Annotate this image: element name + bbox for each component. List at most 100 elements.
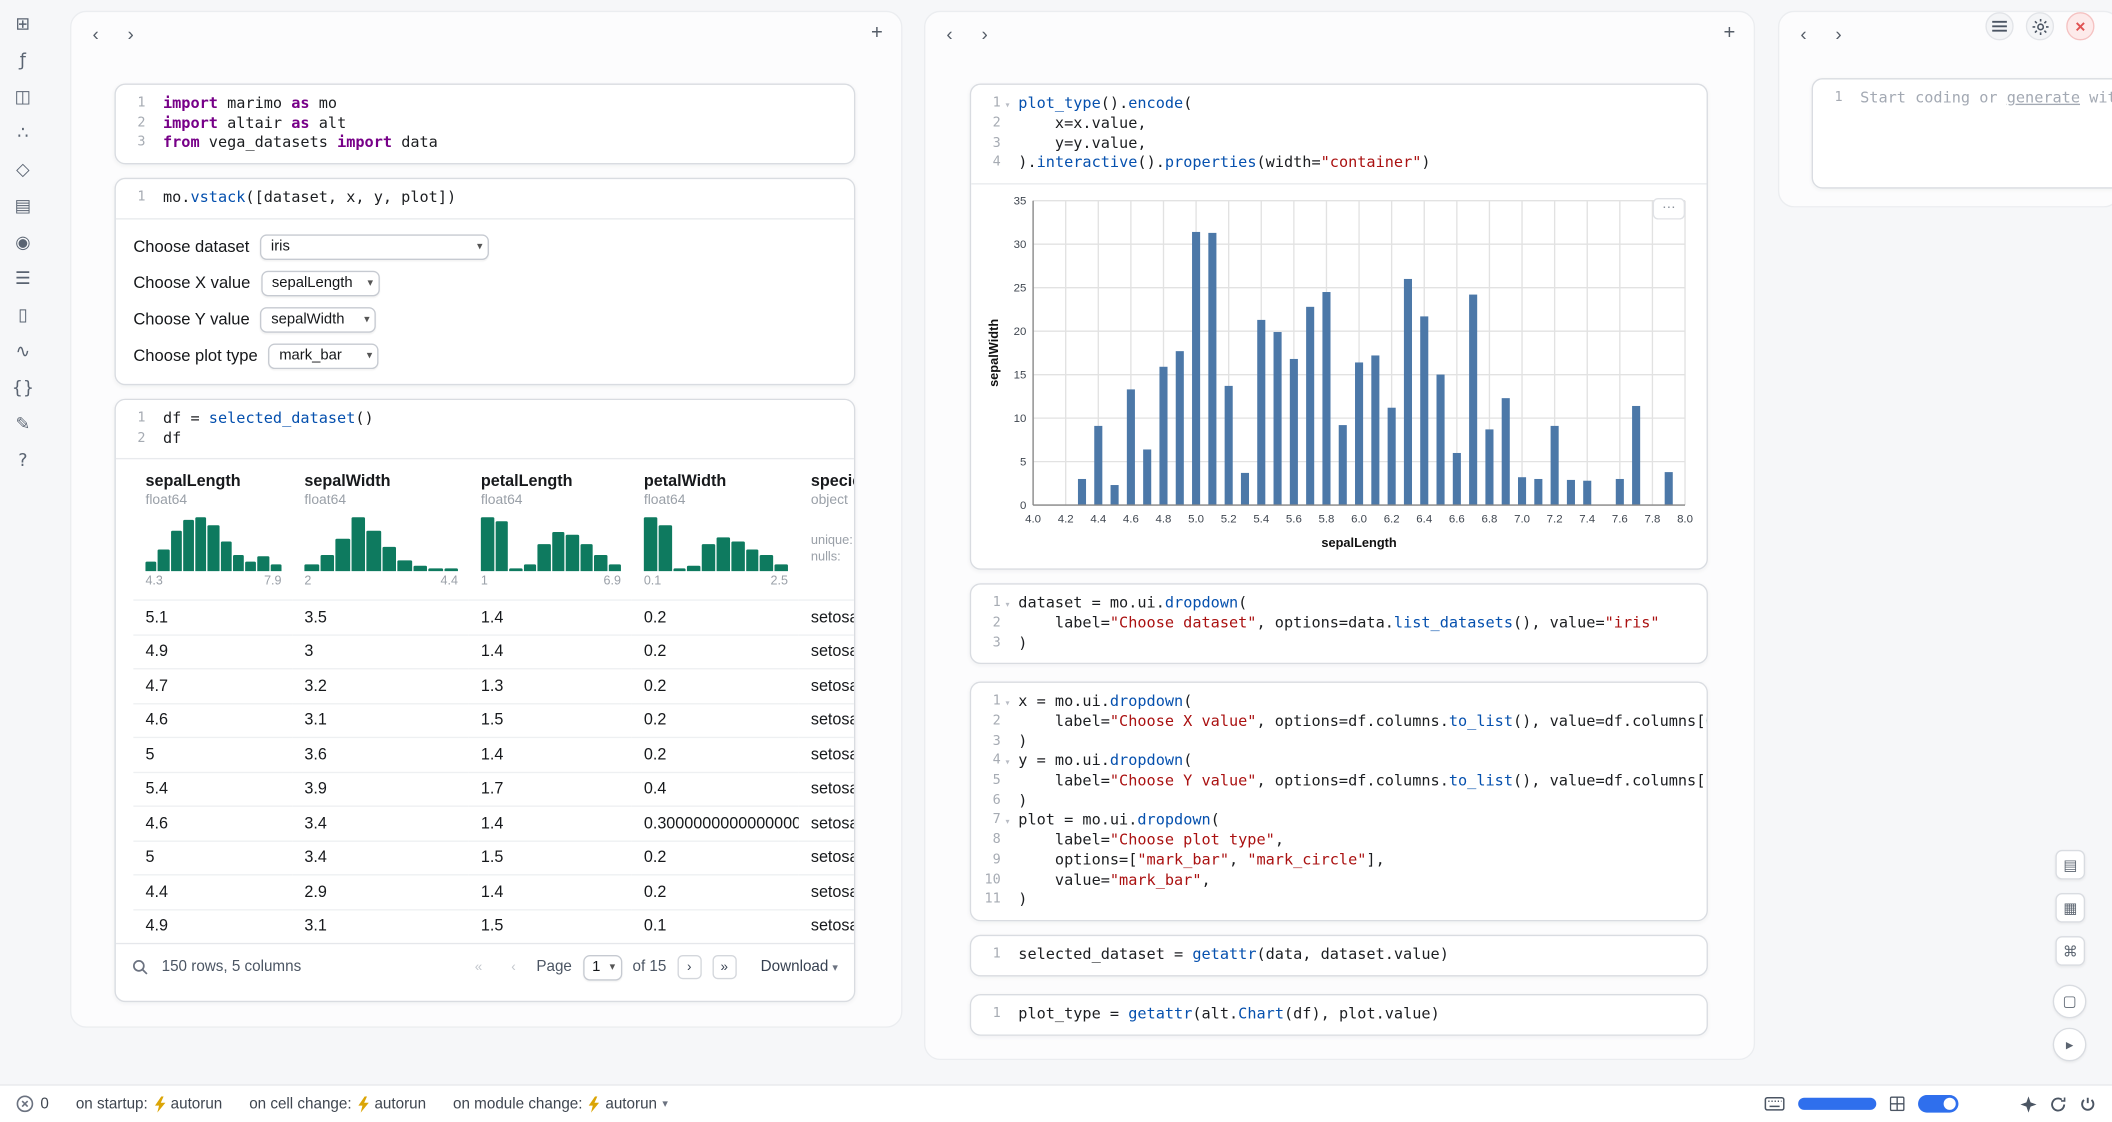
chart-menu-button[interactable]: ⋯	[1653, 198, 1685, 220]
generate-with-ai-link[interactable]: generate	[2007, 89, 2080, 107]
documentation-icon[interactable]: ▤	[5, 195, 40, 218]
svg-text:sepalWidth: sepalWidth	[986, 318, 1001, 386]
code-editor[interactable]: 1 Start coding or generate with AI	[1813, 79, 2112, 118]
tracing-icon[interactable]: ∿	[5, 341, 40, 364]
cell-imports[interactable]: 1import marimo as mo2import altair as al…	[114, 84, 855, 165]
column-header-sepallength[interactable]: sepalLengthfloat644.37.9	[133, 460, 292, 600]
keyboard-icon[interactable]	[1764, 1096, 1784, 1111]
chip-on-startup[interactable]: on startup:autorun	[76, 1096, 222, 1112]
form-row: Choose Y valuesepalWidth	[133, 305, 836, 333]
settings-gear-icon[interactable]	[2026, 12, 2054, 40]
marimo-files-icon[interactable]: ƒ	[5, 50, 40, 73]
table-cell: setosa	[799, 909, 854, 943]
prev-page-button[interactable]: ‹	[501, 955, 525, 979]
logs-icon[interactable]: ▯	[5, 304, 40, 327]
column-header-petalwidth[interactable]: petalWidthfloat640.12.5	[632, 460, 799, 600]
first-page-button[interactable]: «	[466, 955, 490, 979]
refresh-icon[interactable]	[2050, 1096, 2066, 1112]
help-icon[interactable]: ?	[5, 450, 40, 473]
line-number: 2	[971, 114, 1001, 134]
column-next-button[interactable]: ›	[117, 20, 144, 47]
ai-assistant-icon[interactable]: ◉	[5, 232, 40, 255]
code-line: 2 label="Choose dataset", options=data.l…	[971, 614, 1706, 634]
table-cell: 5	[133, 737, 292, 771]
grid-icon[interactable]	[1890, 1096, 1905, 1111]
svg-text:7.8: 7.8	[1644, 513, 1660, 525]
fold-icon	[145, 134, 158, 154]
cell-selected-dataset[interactable]: 1selected_dataset = getattr(data, datase…	[970, 935, 1708, 976]
last-page-button[interactable]: »	[712, 955, 736, 979]
bar-chart[interactable]: 4.04.24.44.64.85.05.25.45.65.86.06.26.46…	[985, 192, 1696, 550]
table-cell: 1.4	[469, 874, 632, 908]
cell-plot-type[interactable]: 1plot_type = getattr(alt.Chart(df), plot…	[970, 994, 1708, 1035]
cell-output: Choose datasetirisChoose X valuesepalLen…	[116, 218, 854, 384]
table-cell: setosa	[799, 600, 854, 634]
code-editor[interactable]: 1▾x = mo.ui.dropdown(2 label="Choose X v…	[971, 683, 1706, 920]
code-editor[interactable]: 1plot_type = getattr(alt.Chart(df), plot…	[971, 995, 1706, 1034]
code-editor[interactable]: 1df = selected_dataset()2df	[116, 400, 854, 458]
code-editor[interactable]: 1import marimo as mo2import altair as al…	[116, 85, 854, 163]
download-button[interactable]: Download▾	[761, 959, 838, 975]
column-header-species[interactable]: speciesobjectunique:nulls:	[799, 460, 854, 600]
form-row: Choose plot type mark_bar	[133, 342, 836, 370]
cell-xy-plot-dropdowns[interactable]: 1▾x = mo.ui.dropdown(2 label="Choose X v…	[970, 682, 1708, 921]
column-header-petallength[interactable]: petalLengthfloat6416.9	[469, 460, 632, 600]
search-icon[interactable]	[132, 959, 148, 975]
table-cell: 0.2	[632, 874, 799, 908]
add-cell-button[interactable]: +	[1716, 20, 1743, 47]
add-cell-button[interactable]: +	[863, 20, 890, 47]
code-line: 2 x=x.value,	[971, 114, 1706, 134]
table-cell: 0.2	[632, 600, 799, 634]
shutdown-close-icon[interactable]: ×	[2066, 12, 2094, 40]
outline-icon[interactable]: ☰	[5, 268, 40, 291]
snippets-icon[interactable]: {}	[5, 377, 40, 400]
column-prev-button[interactable]: ‹	[1790, 20, 1817, 47]
code-editor[interactable]: 1mo.vstack([dataset, x, y, plot])	[116, 179, 854, 218]
code-editor[interactable]: 1▾dataset = mo.ui.dropdown(2 label="Choo…	[971, 585, 1706, 663]
cell-chart[interactable]: 1▾plot_type().encode(2 x=x.value,3 y=y.v…	[970, 84, 1708, 570]
code-line: 1mo.vstack([dataset, x, y, plot])	[116, 189, 854, 209]
dropdown-label: Choose plot type	[133, 346, 257, 365]
cell-new-empty[interactable]: 1 Start coding or generate with AI	[1812, 78, 2112, 188]
code-editor[interactable]: 1selected_dataset = getattr(data, datase…	[971, 936, 1706, 975]
column-next-button[interactable]: ›	[1825, 20, 1852, 47]
scratchpad-button[interactable]: ▢	[2053, 985, 2087, 1019]
cell-vstack[interactable]: 1mo.vstack([dataset, x, y, plot]) Choose…	[114, 178, 855, 385]
fold-icon	[145, 429, 158, 449]
dropdown-choose-dataset[interactable]: iris	[260, 234, 489, 260]
cell-dataframe[interactable]: 1df = selected_dataset()2df sepalLengthf…	[114, 399, 855, 1002]
power-icon[interactable]	[2080, 1096, 2096, 1112]
file-explorer-icon[interactable]: ⊞	[5, 13, 40, 36]
next-page-button[interactable]: ›	[677, 955, 701, 979]
column-next-button[interactable]: ›	[971, 20, 998, 47]
chip-on-module-change[interactable]: on module change:autorun▾	[453, 1096, 668, 1112]
column-header: ‹ › +	[925, 12, 1753, 55]
packages-icon[interactable]: ◇	[5, 159, 40, 182]
dependencies-icon[interactable]: ∴	[5, 123, 40, 146]
page-select[interactable]: 1	[583, 955, 622, 981]
svg-text:4.8: 4.8	[1156, 513, 1172, 525]
table-cell: 1.4	[469, 634, 632, 668]
table-cell: 3.6	[292, 737, 468, 771]
jump-run-button[interactable]: ▸	[2053, 1028, 2087, 1062]
dropdown-choose-plot-type[interactable]: mark_bar	[268, 343, 378, 369]
datasets-icon[interactable]: ◫	[5, 86, 40, 109]
column-prev-button[interactable]: ‹	[936, 20, 963, 47]
column-prev-button[interactable]: ‹	[82, 20, 109, 47]
dropdown-choose-x-value[interactable]: sepalLength	[261, 270, 380, 296]
panel-layout-button[interactable]: ▤	[2055, 850, 2085, 880]
toggle-switch[interactable]	[1918, 1095, 1958, 1113]
sparkle-icon[interactable]	[2020, 1096, 2036, 1112]
menu-icon[interactable]	[1985, 12, 2013, 40]
code-editor[interactable]: 1▾plot_type().encode(2 x=x.value,3 y=y.v…	[971, 85, 1706, 183]
grid-layout-button[interactable]: ▦	[2055, 893, 2085, 923]
scratchpad-icon[interactable]: ✎	[5, 414, 40, 437]
command-palette-button[interactable]: ⌘	[2055, 936, 2085, 966]
cell-dataset-dropdown[interactable]: 1▾dataset = mo.ui.dropdown(2 label="Choo…	[970, 583, 1708, 664]
errors-indicator[interactable]: 0	[16, 1095, 49, 1113]
usage-bar	[1798, 1098, 1876, 1110]
dropdown-choose-y-value[interactable]: sepalWidth	[260, 307, 376, 333]
chip-on-cell-change[interactable]: on cell change:autorun	[249, 1096, 426, 1112]
column-header-sepalwidth[interactable]: sepalWidthfloat6424.4	[292, 460, 468, 600]
lightning-icon	[588, 1096, 600, 1112]
